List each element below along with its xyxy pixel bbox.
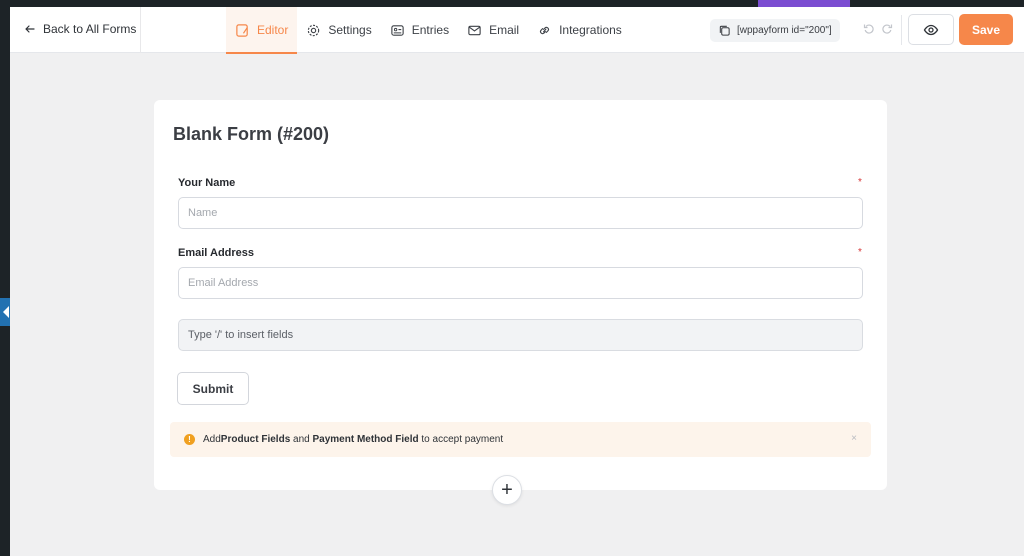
editor-tabs: Editor Settings Entries Email Integratio… [226,7,631,54]
email-input[interactable]: Email Address [178,267,863,299]
tab-integrations[interactable]: Integrations [528,7,631,53]
editor-icon [236,23,248,37]
save-button[interactable]: Save [959,14,1013,45]
submit-button[interactable]: Submit [177,372,249,405]
tab-integrations-label: Integrations [559,23,622,37]
entries-icon [391,24,404,36]
notice-prefix: Add [203,434,221,445]
editor-toolbar: Back to All Forms Editor Settings Entrie… [10,7,1024,54]
tab-editor-label: Editor [257,23,289,37]
admin-sidebar [0,7,10,556]
gear-icon [308,24,320,36]
sidebar-toggle-icon[interactable] [0,298,10,326]
shortcode-text: [wppayform id="200"] [737,25,832,36]
back-to-forms-link[interactable]: Back to All Forms [24,22,136,36]
tab-email-label: Email [489,23,520,37]
required-marker: * [858,177,862,188]
link-icon [540,26,550,34]
close-icon[interactable]: × [851,433,857,444]
undo-icon[interactable] [862,22,876,36]
notice-middle: and [290,434,313,445]
arrow-left-icon [25,25,35,33]
notice-payment-field: Payment Method Field [312,434,419,445]
shortcode-copy-button[interactable]: [wppayform id="200"] [710,19,840,42]
eye-icon [923,24,939,35]
add-field-button[interactable]: + [492,475,522,505]
name-input[interactable]: Name [178,197,863,229]
toolbar-divider [140,7,141,53]
notice-suffix: to accept payment [418,434,504,445]
tab-email[interactable]: Email [458,7,528,53]
notice-product-fields: Product Fields [220,434,291,445]
mail-icon [468,25,481,35]
tab-settings[interactable]: Settings [297,7,380,53]
warning-icon: ! [184,434,195,445]
field-label-email: Email Address [178,247,255,259]
preview-button[interactable] [908,14,954,45]
field-label-name: Your Name [178,177,236,189]
admin-bar-highlight [758,0,850,7]
payment-notice: ! Add Product Fields and Payment Method … [170,422,871,457]
copy-icon [719,25,730,36]
toolbar-divider [901,15,902,45]
tab-editor[interactable]: Editor [226,7,298,54]
tab-entries[interactable]: Entries [381,7,458,53]
history-controls [862,22,894,36]
wp-admin-bar [0,0,1024,7]
redo-icon[interactable] [880,22,894,36]
tab-entries-label: Entries [411,23,450,37]
form-canvas: Blank Form (#200) Your Name * Name Email… [154,100,887,490]
form-title: Blank Form (#200) [173,124,330,144]
back-label: Back to All Forms [43,22,137,36]
insert-field-input[interactable]: Type '/' to insert fields [178,319,863,351]
form-editor-app: Back to All Forms Editor Settings Entrie… [10,7,1024,556]
tab-settings-label: Settings [328,23,372,37]
required-marker: * [858,247,862,258]
